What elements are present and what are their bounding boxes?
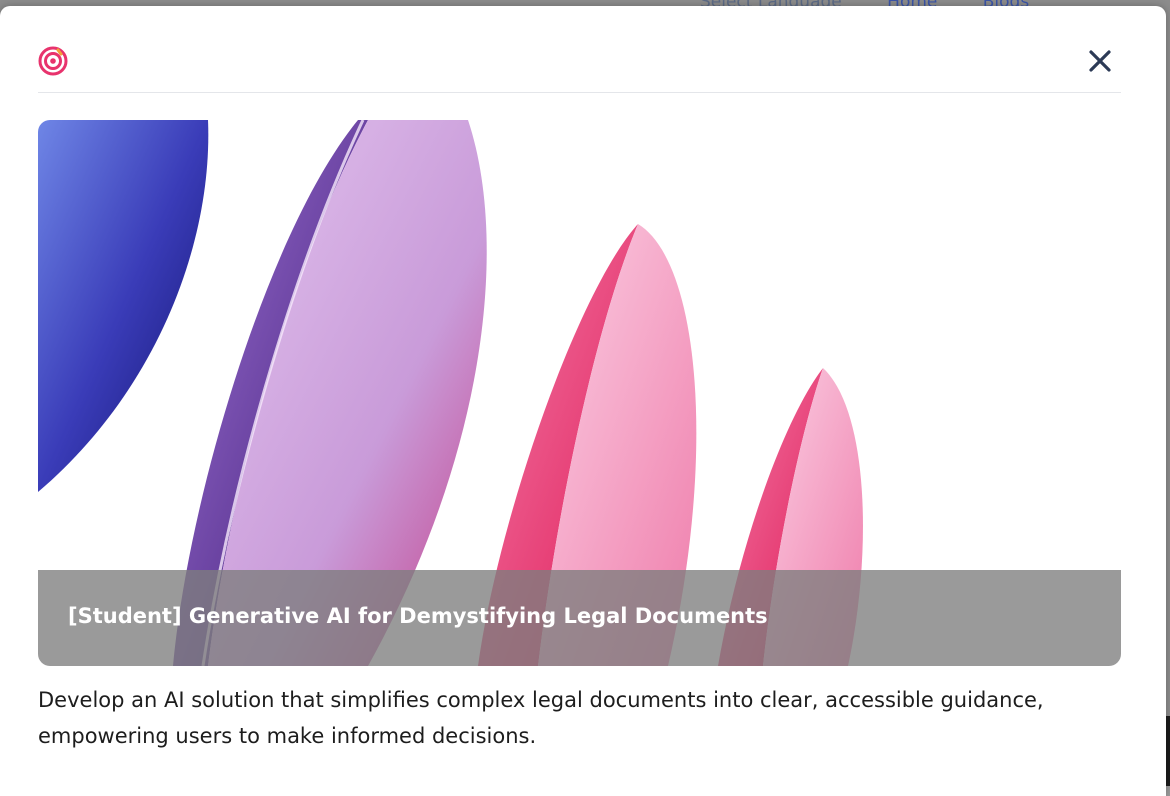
close-icon [1089,50,1111,72]
hero-image: [Student] Generative AI for Demystifying… [38,120,1121,666]
challenge-title: [Student] Generative AI for Demystifying… [68,604,768,628]
target-icon [38,46,68,76]
close-button[interactable] [1085,46,1115,76]
challenge-description: Develop an AI solution that simplifies c… [38,688,1044,748]
modal-header [38,6,1121,93]
hero-caption: [Student] Generative AI for Demystifying… [38,570,1121,666]
challenge-modal: [Student] Generative AI for Demystifying… [0,6,1166,796]
